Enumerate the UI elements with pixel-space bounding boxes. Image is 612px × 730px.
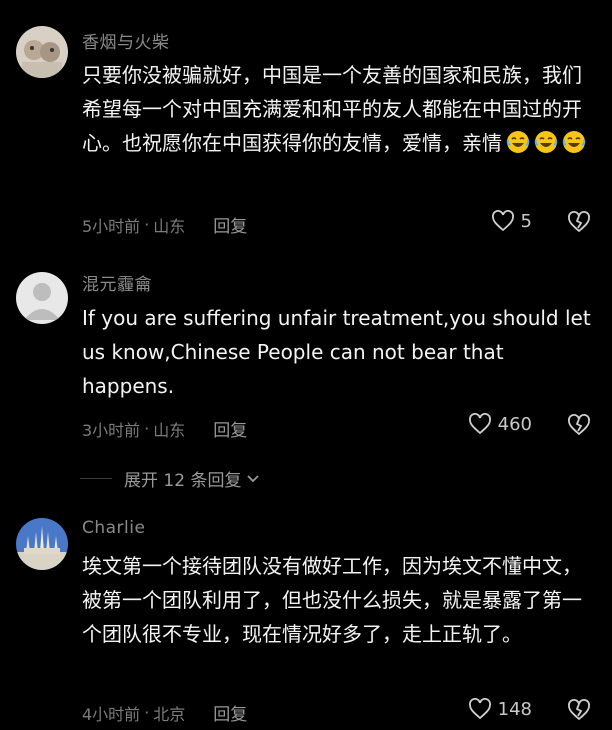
comment-text: 只要你没被骗就好，中国是一个友善的国家和民族，我们希望每一个对中国充满爱和和平的… [82,58,592,160]
expand-replies-label: 展开 12 条回复 [124,471,242,491]
expand-replies-button[interactable]: 展开 12 条回复 [80,466,261,491]
like-button[interactable]: 148 [468,698,532,720]
location: 山东 [153,216,186,236]
dislike-button[interactable] [566,210,592,238]
like-count: 460 [497,413,532,435]
heart-icon [491,210,514,232]
divider [80,478,112,479]
like-count: 148 [497,698,532,720]
meta-separator: · [144,215,150,234]
chevron-down-icon [247,474,260,482]
timestamp: 4小时前 [82,704,141,724]
laughing-tears-emoji-icon [506,131,530,153]
laughing-tears-emoji-icon [562,131,586,153]
heart-icon [468,698,491,720]
comment-text: If you are suffering unfair treatment,yo… [82,306,591,398]
broken-heart-icon [568,211,590,233]
broken-heart-icon [568,414,590,436]
reply-button[interactable]: 回复 [213,700,247,725]
comment-text: 埃文第一个接待团队没有做好工作，因为埃文不懂中文，被第一个团队利用了，但也没什么… [82,554,582,646]
heart-icon [468,413,491,435]
dislike-button[interactable] [566,698,592,726]
location: 北京 [153,704,186,724]
avatar[interactable] [16,26,68,78]
timestamp: 3小时前 [82,420,141,440]
username[interactable]: 香烟与火柴 [82,28,170,53]
comment-meta: 4小时前 · 北京 回复 [82,700,247,725]
laughing-tears-emoji-icon [534,131,558,153]
like-count: 5 [520,210,532,232]
like-button[interactable]: 460 [468,413,532,435]
reply-button[interactable]: 回复 [213,416,247,441]
timestamp: 5小时前 [82,216,141,236]
comment-meta: 3小时前 · 山东 回复 [82,416,247,441]
avatar[interactable] [16,518,68,570]
avatar[interactable] [16,272,68,324]
meta-separator: · [144,703,150,722]
location: 山东 [153,420,186,440]
username[interactable]: Charlie [82,518,145,538]
meta-separator: · [144,419,150,438]
comment-meta: 5小时前 · 山东 回复 [82,212,247,237]
reply-button[interactable]: 回复 [213,212,247,237]
like-button[interactable]: 5 [491,210,532,232]
dislike-button[interactable] [566,413,592,441]
broken-heart-icon [568,699,590,721]
username[interactable]: 混元霾龠 [82,270,152,295]
